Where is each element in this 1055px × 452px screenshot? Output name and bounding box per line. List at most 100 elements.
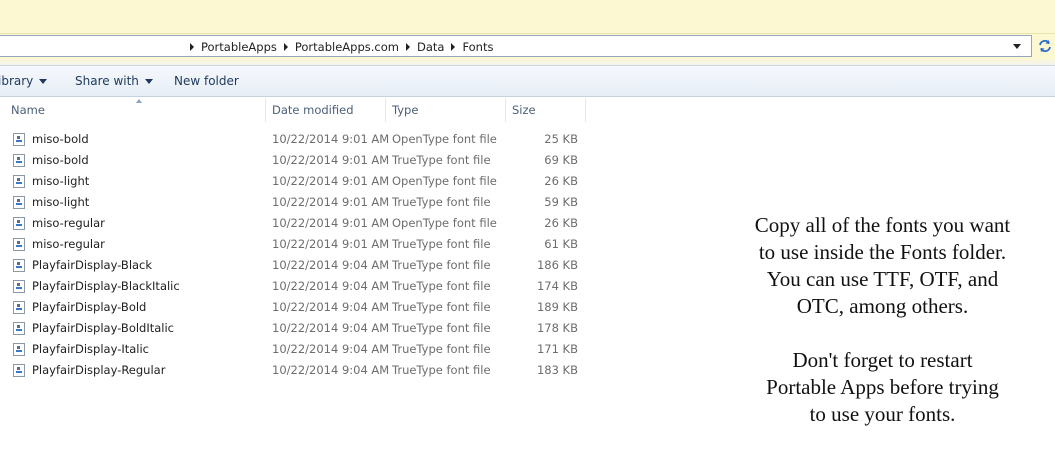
file-row[interactable]: miso-regular 10/22/2014 9:01 AM OpenType… [0,213,600,234]
breadcrumb-arrow-icon[interactable] [451,43,456,51]
file-name: PlayfairDisplay-BoldItalic [32,321,175,335]
file-type: TrueType font file [392,258,491,272]
font-file-icon [13,259,25,272]
file-type: OpenType font file [392,174,497,188]
column-header-type-label: Type [392,103,419,117]
font-file-icon [13,280,25,293]
file-size: 174 KB [536,279,578,293]
file-type: TrueType font file [392,195,491,209]
new-folder-button[interactable]: New folder [174,74,239,88]
file-name: PlayfairDisplay-Regular [32,363,166,377]
font-file-icon [13,133,25,146]
file-type: TrueType font file [392,237,491,251]
file-date: 10/22/2014 9:01 AM [272,195,390,209]
font-file-icon [13,238,25,251]
file-size: 61 KB [544,237,578,251]
library-menu-button[interactable]: ibrary [0,74,48,88]
breadcrumb-arrow-icon[interactable] [190,43,194,51]
file-name: PlayfairDisplay-BlackItalic [32,279,180,293]
file-row[interactable]: PlayfairDisplay-Italic 10/22/2014 9:04 A… [0,339,600,360]
file-name: miso-bold [32,153,89,167]
file-size: 189 KB [536,300,578,314]
file-date: 10/22/2014 9:04 AM [272,300,390,314]
file-size: 186 KB [536,258,578,272]
chevron-down-icon [39,79,48,84]
file-row[interactable]: PlayfairDisplay-BlackItalic 10/22/2014 9… [0,276,600,297]
file-row[interactable]: PlayfairDisplay-Bold 10/22/2014 9:04 AM … [0,297,600,318]
note-line: Don't forget to restart [792,348,973,372]
note-line: You can use TTF, OTF, and [766,267,999,291]
breadcrumb-arrow-icon[interactable] [405,43,410,51]
new-folder-label: New folder [174,74,239,88]
breadcrumb-arrow-icon[interactable] [283,43,288,51]
file-size: 26 KB [544,216,578,230]
file-type: OpenType font file [392,216,497,230]
file-date: 10/22/2014 9:01 AM [272,174,390,188]
file-type: TrueType font file [392,153,491,167]
file-type: TrueType font file [392,279,491,293]
file-size: 183 KB [536,363,578,377]
share-with-button[interactable]: Share with [75,74,153,88]
note-line: OTC, among others. [796,294,969,318]
file-type: OpenType font file [392,132,497,146]
file-date: 10/22/2014 9:04 AM [272,321,390,335]
column-header-type[interactable]: Type [386,98,506,122]
file-size: 171 KB [536,342,578,356]
font-file-icon [13,217,25,230]
file-name: PlayfairDisplay-Black [32,258,153,272]
column-header-date[interactable]: Date modified [266,98,386,122]
file-row[interactable]: miso-regular 10/22/2014 9:01 AM TrueType… [0,234,600,255]
font-file-icon [13,322,25,335]
file-row[interactable]: PlayfairDisplay-BoldItalic 10/22/2014 9:… [0,318,600,339]
file-row[interactable]: PlayfairDisplay-Regular 10/22/2014 9:04 … [0,360,600,381]
chevron-down-icon [144,79,153,84]
address-bar[interactable]: PortableApps PortableApps.com Data Fonts [0,35,1032,57]
column-headers: Name Date modified Type Size [0,98,1055,122]
file-date: 10/22/2014 9:04 AM [272,279,390,293]
file-size: 178 KB [536,321,578,335]
instruction-note: Copy all of the fonts you want to use in… [700,212,1055,428]
note-line: Copy all of the fonts you want [754,213,1011,237]
file-size: 25 KB [544,132,578,146]
font-file-icon [13,154,25,167]
column-header-name[interactable]: Name [5,98,266,122]
file-name: miso-regular [32,237,105,251]
font-file-icon [13,343,25,356]
font-file-icon [13,364,25,377]
file-list: miso-bold 10/22/2014 9:01 AM OpenType fo… [0,129,600,381]
file-row[interactable]: miso-bold 10/22/2014 9:01 AM OpenType fo… [0,129,600,150]
breadcrumb-item-portableapps[interactable]: PortableApps [201,40,277,54]
note-line: to use inside the Fonts folder. [758,240,1007,264]
file-name: PlayfairDisplay-Bold [32,300,147,314]
file-row[interactable]: PlayfairDisplay-Black 10/22/2014 9:04 AM… [0,255,600,276]
file-date: 10/22/2014 9:01 AM [272,153,390,167]
breadcrumb-item-fonts[interactable]: Fonts [462,40,493,54]
share-with-label: Share with [75,74,139,88]
breadcrumb: PortableApps PortableApps.com Data Fonts [190,39,493,55]
file-row[interactable]: miso-light 10/22/2014 9:01 AM TrueType f… [0,192,600,213]
file-row[interactable]: miso-bold 10/22/2014 9:01 AM TrueType fo… [0,150,600,171]
refresh-icon [1038,40,1051,52]
file-name: miso-regular [32,216,105,230]
file-type: TrueType font file [392,300,491,314]
command-toolbar: ibrary Share with New folder [0,66,1055,97]
file-type: TrueType font file [392,321,491,335]
file-size: 26 KB [544,174,578,188]
file-name: miso-light [32,174,90,188]
file-row[interactable]: miso-light 10/22/2014 9:01 AM OpenType f… [0,171,600,192]
file-size: 59 KB [544,195,578,209]
column-header-date-label: Date modified [272,103,354,117]
file-date: 10/22/2014 9:01 AM [272,237,390,251]
separator-band [0,58,1055,66]
note-line: Portable Apps before trying [766,375,999,399]
breadcrumb-item-portableapps-com[interactable]: PortableApps.com [295,40,399,54]
column-header-size[interactable]: Size [506,98,586,122]
refresh-button[interactable] [1034,36,1055,56]
font-file-icon [13,196,25,209]
breadcrumb-item-data[interactable]: Data [417,40,444,54]
file-date: 10/22/2014 9:04 AM [272,363,390,377]
file-date: 10/22/2014 9:04 AM [272,342,390,356]
font-file-icon [13,175,25,188]
address-dropdown-icon[interactable] [1013,44,1021,49]
note-line: to use your fonts. [809,402,956,426]
